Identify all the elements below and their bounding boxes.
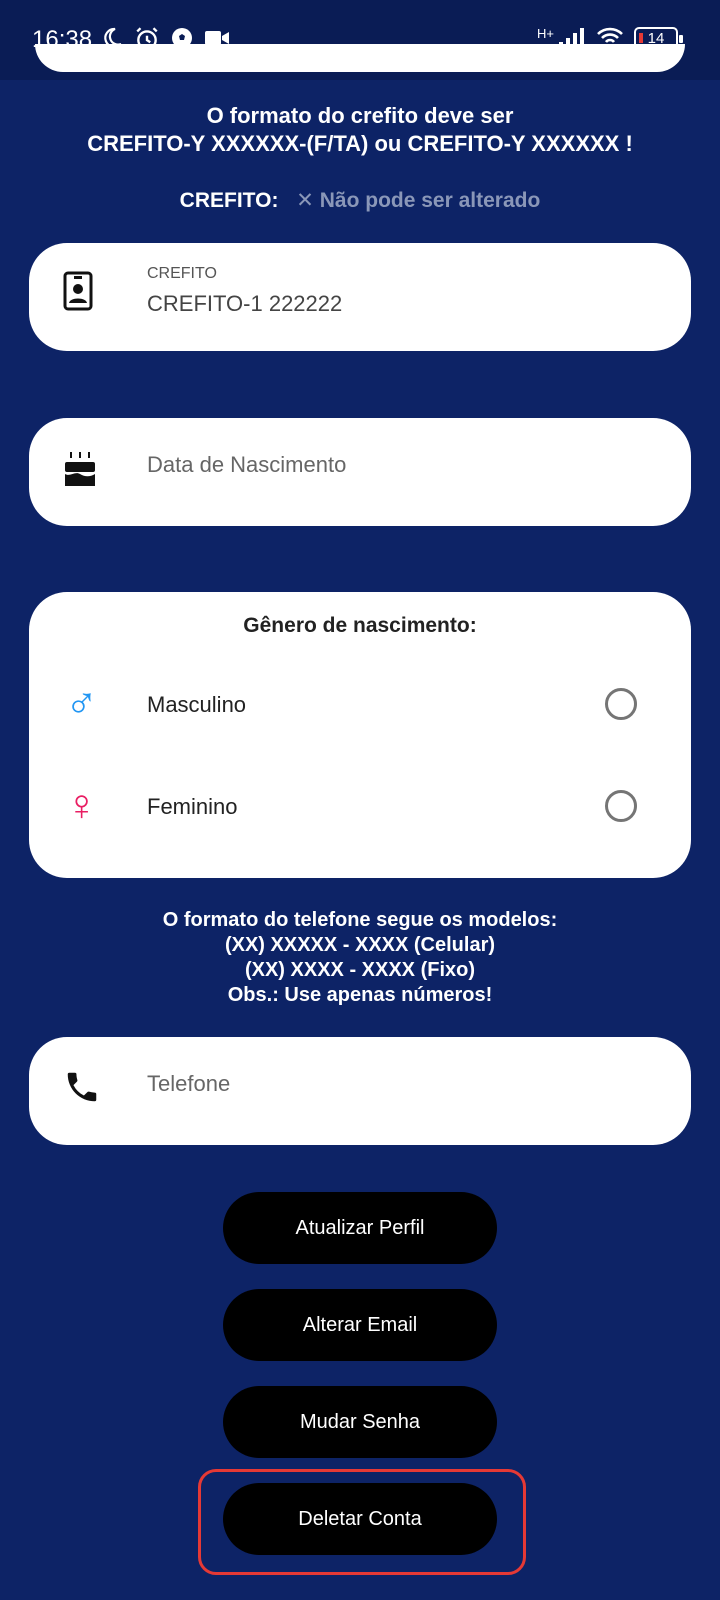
phone-icon bbox=[67, 1072, 97, 1102]
female-symbol-icon: ♀ bbox=[65, 781, 98, 830]
crefito-field-value: CREFITO-1 222222 bbox=[147, 291, 343, 316]
gender-option-female-label: Feminino bbox=[147, 794, 238, 819]
gender-card: Gênero de nascimento: ♂ Masculino ♀ Femi… bbox=[29, 592, 691, 878]
gender-option-male-label: Masculino bbox=[147, 692, 247, 717]
gender-option-female[interactable]: ♀ Feminino bbox=[29, 778, 691, 838]
network-type-label: H+ bbox=[537, 25, 554, 41]
phone-placeholder: Telefone bbox=[147, 1071, 231, 1096]
male-symbol-icon: ♂ bbox=[65, 679, 98, 728]
male-radio-button[interactable] bbox=[605, 688, 637, 720]
birthday-cake-icon bbox=[65, 452, 95, 486]
crefito-note-line2: CREFITO-Y XXXXXX-(F/TA) ou CREFITO-Y XXX… bbox=[87, 131, 633, 156]
phone-field[interactable]: Telefone bbox=[29, 1037, 691, 1145]
crefito-note-line1: O formato do crefito deve ser bbox=[206, 103, 514, 128]
phone-note-line1: O formato do telefone segue os modelos: bbox=[162, 909, 558, 931]
crefito-field-label: CREFITO bbox=[147, 265, 217, 282]
crefito-status: CREFITO: ✕ Não pode ser alterado bbox=[0, 188, 720, 213]
change-email-button[interactable]: Alterar Email bbox=[223, 1289, 497, 1361]
gender-option-male[interactable]: ♂ Masculino bbox=[29, 676, 691, 736]
id-badge-icon bbox=[63, 271, 93, 311]
birthdate-field[interactable]: Data de Nascimento bbox=[29, 418, 691, 526]
previous-field-edge bbox=[35, 44, 685, 72]
close-icon: ✕ bbox=[296, 189, 314, 212]
female-radio-button[interactable] bbox=[605, 790, 637, 822]
phone-format-note: O formato do telefone segue os modelos: … bbox=[0, 908, 720, 1008]
phone-note-line3: (XX) XXXX - XXXX (Fixo) bbox=[244, 959, 476, 981]
crefito-status-label: CREFITO: bbox=[179, 189, 279, 212]
crefito-field[interactable]: CREFITO CREFITO-1 222222 bbox=[29, 243, 691, 351]
phone-note-line2: (XX) XXXXX - XXXX (Celular) bbox=[224, 934, 496, 956]
gender-title: Gênero de nascimento: bbox=[243, 614, 477, 637]
birthdate-placeholder: Data de Nascimento bbox=[147, 452, 347, 477]
change-password-button[interactable]: Mudar Senha bbox=[223, 1386, 497, 1458]
crefito-format-note: O formato do crefito deve ser CREFITO-Y … bbox=[0, 102, 720, 158]
delete-account-highlight bbox=[198, 1469, 526, 1575]
phone-note-line4: Obs.: Use apenas números! bbox=[227, 984, 493, 1006]
update-profile-button[interactable]: Atualizar Perfil bbox=[223, 1192, 497, 1264]
crefito-status-value: Não pode ser alterado bbox=[319, 189, 541, 212]
